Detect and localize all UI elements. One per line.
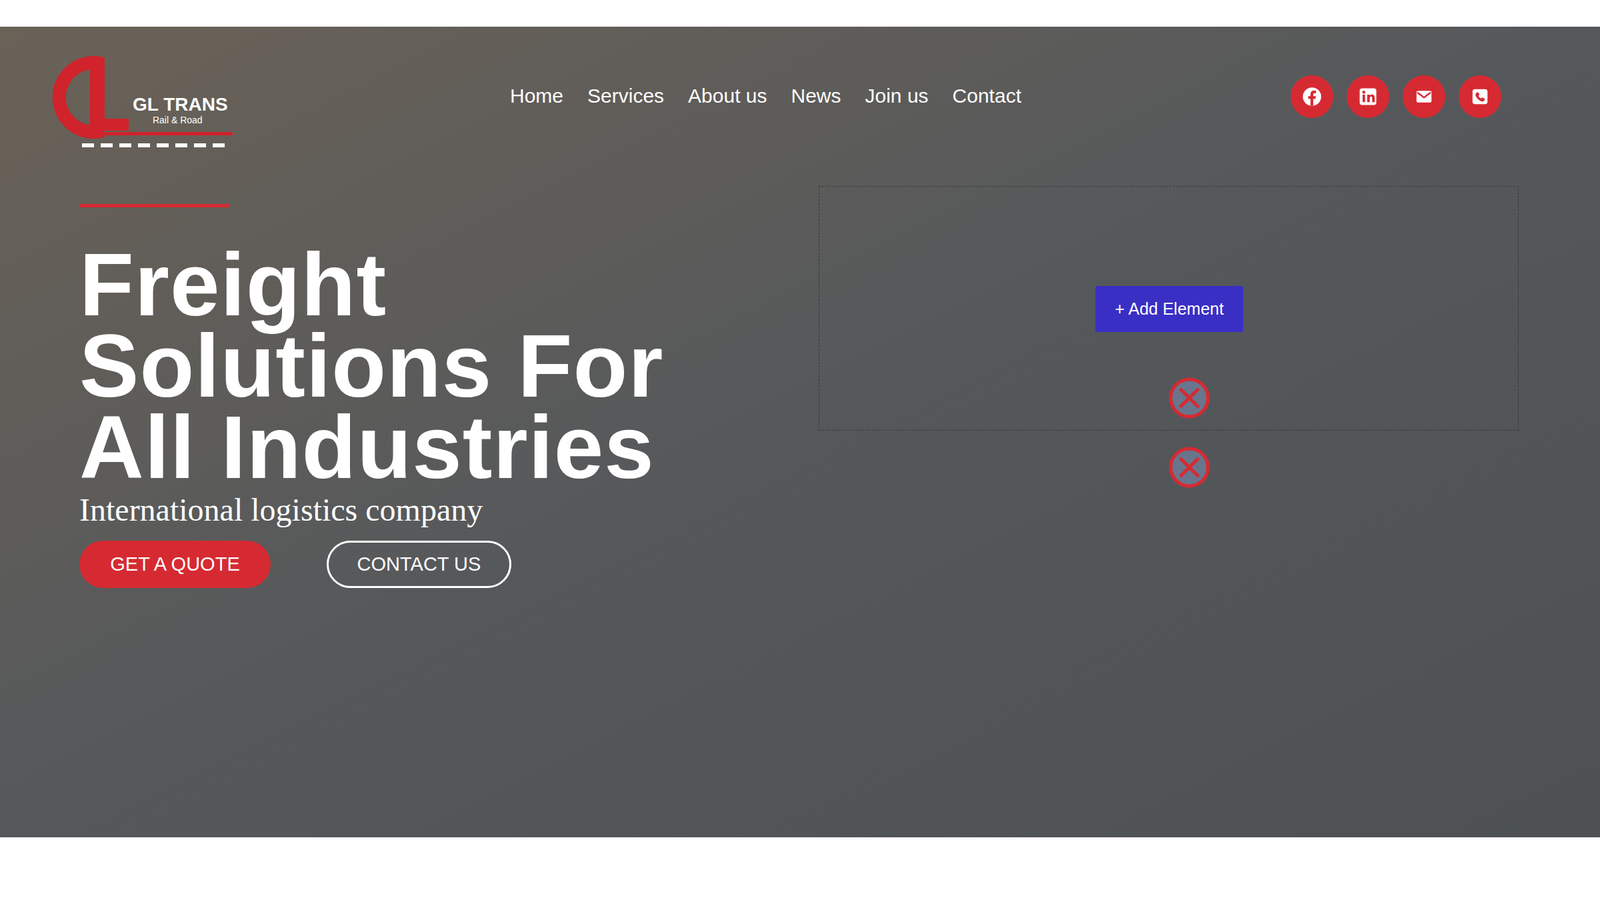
hero: GL TRANS Rail & Road Home Services About u… bbox=[0, 26, 1600, 838]
hero-content: FreightSolutions ForAll Industries Inter… bbox=[0, 149, 1600, 588]
quote-button[interactable]: GET A QUOTE bbox=[79, 540, 271, 588]
hero-title: FreightSolutions ForAll Industries bbox=[79, 244, 664, 488]
header: GL TRANS Rail & Road Home Services About u… bbox=[0, 26, 1600, 150]
add-element-button[interactable]: + Add Element bbox=[1095, 286, 1244, 332]
nav-link[interactable]: Home bbox=[510, 84, 564, 108]
social-link[interactable] bbox=[1458, 75, 1502, 118]
nav-link[interactable]: Services bbox=[587, 84, 664, 108]
nav-link[interactable]: Contact bbox=[952, 84, 1022, 108]
linkedin-icon bbox=[1354, 83, 1382, 110]
remove-icon bbox=[1168, 376, 1211, 420]
accent-line bbox=[79, 204, 230, 208]
logo-text: GL TRANS Rail & Road bbox=[132, 94, 228, 126]
remove-icon bbox=[1168, 446, 1211, 489]
social-links bbox=[1290, 75, 1502, 118]
nav-link[interactable]: News bbox=[791, 84, 842, 108]
bottom-strip bbox=[0, 837, 1600, 900]
logo[interactable]: GL TRANS Rail & Road bbox=[51, 56, 236, 150]
social-link[interactable] bbox=[1402, 75, 1446, 118]
nav-link[interactable]: About us bbox=[688, 84, 767, 108]
logo-tagline: Rail & Road bbox=[152, 114, 228, 126]
remove-marker[interactable] bbox=[1168, 376, 1211, 420]
hero-title-line: Solutions For bbox=[79, 325, 664, 407]
editor-markers bbox=[1168, 376, 1211, 489]
phone-icon bbox=[1466, 83, 1494, 110]
hero-title-line: All Industries bbox=[79, 406, 664, 488]
mail-icon bbox=[1410, 83, 1438, 110]
hero-subtitle: International logistics company bbox=[79, 491, 483, 529]
page: GL TRANS Rail & Road Home Services About u… bbox=[0, 0, 1600, 900]
social-link[interactable] bbox=[1346, 75, 1390, 118]
facebook-icon bbox=[1298, 83, 1326, 110]
logo-name: GL TRANS bbox=[132, 94, 228, 115]
top-strip bbox=[0, 0, 1600, 27]
nav-link[interactable]: Join us bbox=[865, 84, 929, 108]
remove-marker[interactable] bbox=[1168, 446, 1211, 489]
hero-title-line: Freight bbox=[79, 244, 664, 326]
contact-button[interactable]: CONTACT US bbox=[326, 540, 512, 588]
social-link[interactable] bbox=[1290, 75, 1334, 118]
main-nav: Home Services About us News Join us Contact bbox=[510, 84, 1022, 108]
hero-buttons: GET A QUOTE CONTACT US bbox=[79, 540, 512, 588]
